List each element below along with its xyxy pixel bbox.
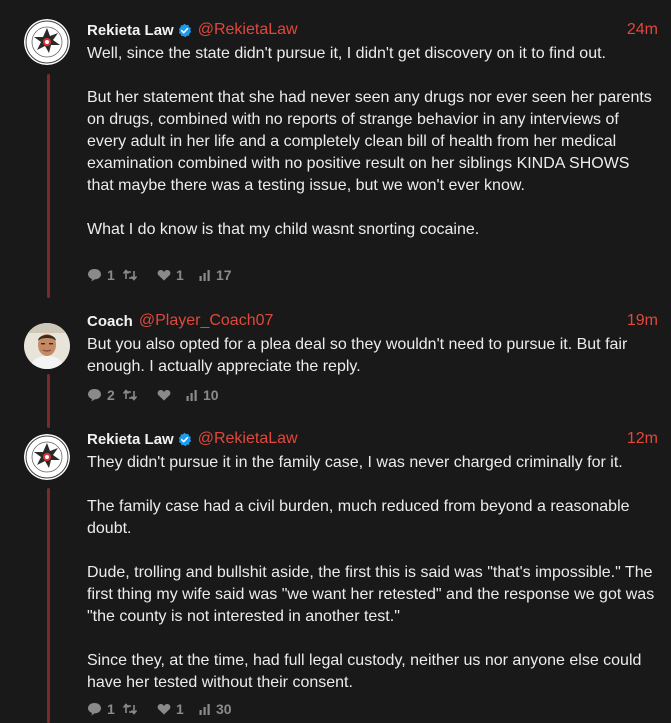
badge-avatar-icon — [24, 434, 70, 480]
tweet[interactable]: Rekieta Law @RekietaLaw 24m Well, since … — [0, 0, 671, 300]
reply-icon — [88, 703, 101, 716]
user-handle[interactable]: @RekietaLaw — [198, 21, 298, 39]
timestamp[interactable]: 19m — [627, 312, 658, 330]
reply-count: 1 — [107, 701, 115, 717]
reply-count: 1 — [107, 267, 115, 283]
verified-icon — [177, 23, 192, 38]
retweet-button[interactable] — [123, 703, 157, 715]
user-handle[interactable]: @RekietaLaw — [198, 430, 298, 448]
tweet-paragraph: They didn't pursue it in the family case… — [87, 454, 623, 471]
display-name[interactable]: Coach — [87, 313, 133, 330]
tweet[interactable]: Rekieta Law @RekietaLaw 12m They didn't … — [0, 420, 671, 723]
reply-icon — [88, 389, 101, 402]
avatar[interactable] — [24, 434, 70, 480]
reply-button[interactable]: 1 — [87, 701, 123, 717]
tweet[interactable]: Coach @Player_Coach07 19m But you also o… — [0, 300, 671, 420]
tweet-paragraph: What I do know is that my child wasnt sn… — [87, 221, 480, 238]
views-icon — [186, 390, 197, 401]
tweet-paragraph: But you also opted for a plea deal so th… — [87, 336, 628, 375]
views-button[interactable]: 17 — [199, 267, 232, 283]
badge-avatar-icon — [24, 19, 70, 65]
reply-button[interactable]: 1 — [87, 267, 123, 283]
retweet-icon — [123, 389, 137, 401]
tweet-paragraph: Dude, trolling and bullshit aside, the f… — [87, 564, 655, 625]
tweet-text: They didn't pursue it in the family case… — [87, 452, 658, 694]
like-count: 1 — [176, 267, 184, 283]
tweet-paragraph: But her statement that she had never see… — [87, 89, 652, 194]
views-button[interactable]: 30 — [199, 701, 232, 717]
like-count: 1 — [176, 701, 184, 717]
verified-icon — [177, 432, 192, 447]
display-name[interactable]: Rekieta Law — [87, 22, 174, 39]
timestamp[interactable]: 24m — [627, 21, 658, 39]
tweet-actions: 2 10 — [87, 387, 219, 403]
views-icon — [199, 704, 210, 715]
reply-icon — [88, 269, 101, 282]
avatar[interactable] — [24, 323, 70, 369]
retweet-button[interactable] — [123, 269, 157, 281]
user-handle[interactable]: @Player_Coach07 — [139, 312, 274, 330]
retweet-button[interactable] — [123, 389, 157, 401]
tweet-paragraph: The family case had a civil burden, much… — [87, 498, 630, 537]
retweet-icon — [123, 269, 137, 281]
like-icon — [157, 704, 171, 715]
display-name[interactable]: Rekieta Law — [87, 431, 174, 448]
view-count: 10 — [203, 387, 219, 403]
tweet-text: Well, since the state didn't pursue it, … — [87, 43, 658, 241]
reply-count: 2 — [107, 387, 115, 403]
like-button[interactable] — [157, 389, 186, 401]
views-button[interactable]: 10 — [186, 387, 219, 403]
tweet-paragraph: Since they, at the time, had full legal … — [87, 652, 642, 691]
like-button[interactable]: 1 — [157, 267, 199, 283]
profile-photo-icon — [24, 323, 70, 369]
retweet-icon — [123, 703, 137, 715]
timestamp[interactable]: 12m — [627, 430, 658, 448]
avatar[interactable] — [24, 19, 70, 65]
tweet-actions: 1 1 30 — [87, 701, 232, 717]
reply-button[interactable]: 2 — [87, 387, 123, 403]
tweet-actions: 1 1 17 — [87, 267, 232, 283]
like-button[interactable]: 1 — [157, 701, 199, 717]
like-icon — [157, 270, 171, 281]
tweet-paragraph: Well, since the state didn't pursue it, … — [87, 45, 606, 62]
views-icon — [199, 270, 210, 281]
view-count: 17 — [216, 267, 232, 283]
like-icon — [157, 390, 171, 401]
view-count: 30 — [216, 701, 232, 717]
tweet-text: But you also opted for a plea deal so th… — [87, 334, 658, 378]
